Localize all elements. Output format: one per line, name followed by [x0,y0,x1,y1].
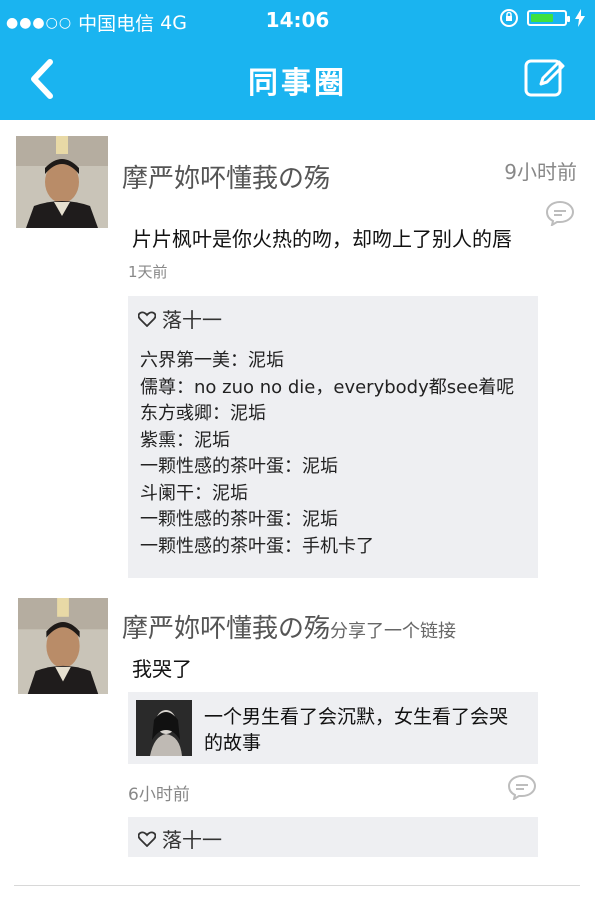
status-bar: ●●●○○ 中国电信 4G 14:06 [0,0,595,40]
like-name: 落十一 [162,828,222,852]
heart-icon [138,310,156,327]
charging-icon [575,9,585,27]
post-text: 片片枫叶是你火热的吻，却吻上了别人的唇 [132,227,512,251]
interaction-box: 落十一 六界第一美：泥垢 儒尊：no zuo no die，everybody都… [128,296,538,578]
comment-item[interactable]: 六界第一美：泥垢 [140,348,514,375]
link-thumbnail [136,700,192,756]
author-name-text: 摩严妳吥懂莪の殇 [122,614,331,644]
comment-item[interactable]: 一颗性感的茶叶蛋：泥垢 [140,454,514,481]
author-name[interactable]: 摩严妳吥懂莪の殇分享了一个链接 [122,608,456,645]
battery-fill [531,14,553,22]
page-title: 同事圈 [248,66,347,101]
avatar[interactable] [18,598,108,694]
like-row[interactable]: 落十一 [138,824,222,853]
edit-icon[interactable] [523,56,567,100]
rotation-lock-icon [500,9,518,27]
comment-icon[interactable] [507,774,537,800]
comment-item[interactable]: 斗阑干：泥垢 [140,481,514,508]
link-title: 一个男生看了会沉默，女生看了会哭的故事 [204,706,509,754]
heart-icon [138,830,156,847]
post-text: 我哭了 [132,657,192,681]
post-time: 9小时前 [504,160,577,184]
like-row[interactable]: 落十一 [138,304,222,333]
interaction-box: 落十一 [128,817,538,857]
battery-icon [527,10,570,26]
comment-item[interactable]: 东方彧卿：泥垢 [140,401,514,428]
post-date: 6小时前 [128,785,190,805]
avatar[interactable] [16,136,108,228]
status-right [499,8,585,28]
comment-list: 六界第一美：泥垢 儒尊：no zuo no die，everybody都see着… [140,348,514,560]
comment-item[interactable]: 一颗性感的茶叶蛋：泥垢 [140,507,514,534]
divider [14,885,580,886]
comment-item[interactable]: 紫熏：泥垢 [140,428,514,455]
post-date: 1天前 [128,263,168,281]
like-name: 落十一 [162,308,222,332]
comment-item[interactable]: 儒尊：no zuo no die，everybody都see着呢 [140,375,514,402]
share-action: 分享了一个链接 [330,621,457,642]
author-name[interactable]: 摩严妳吥懂莪の殇 [122,158,330,195]
nav-bar: 同事圈 [0,40,595,120]
link-card[interactable]: 一个男生看了会沉默，女生看了会哭的故事 [128,692,538,764]
comment-item[interactable]: 一颗性感的茶叶蛋：手机卡了 [140,534,514,561]
comment-icon[interactable] [545,200,575,226]
